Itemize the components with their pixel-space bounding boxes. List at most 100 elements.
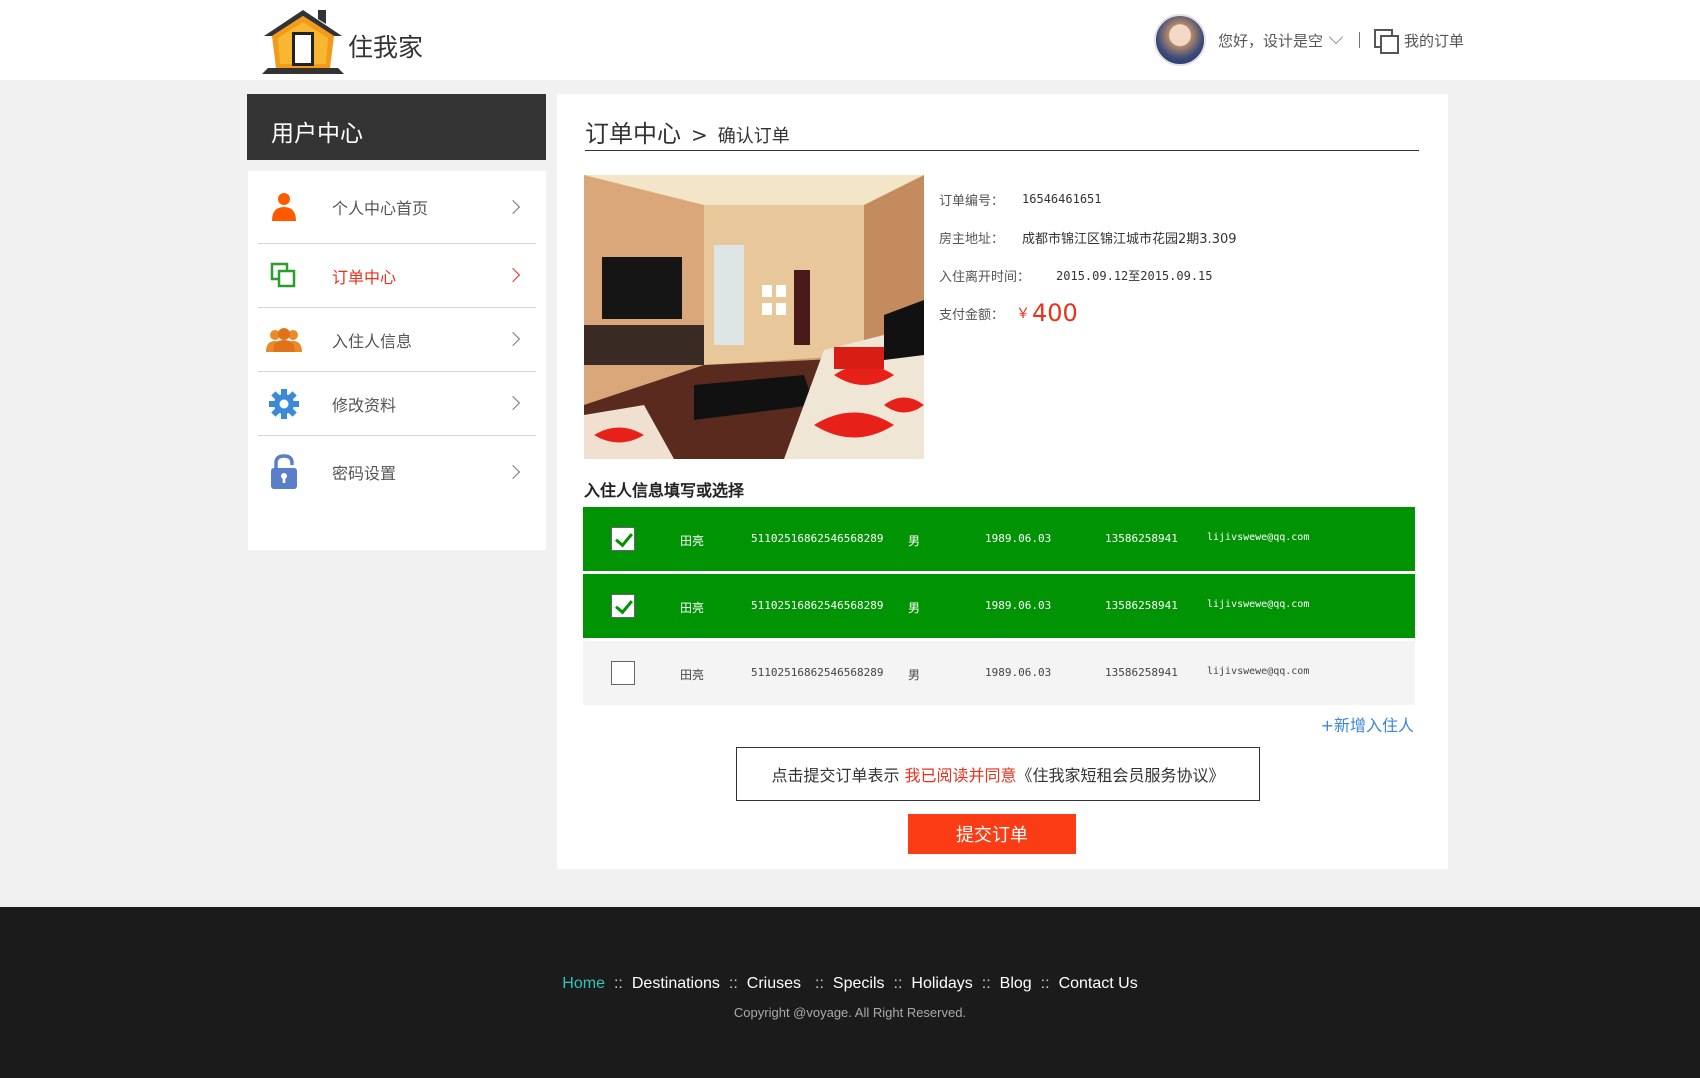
submit-order-button[interactable]: 提交订单 — [908, 814, 1076, 854]
order-info: 订单编号： 16546461651 房主地址： 成都市锦江区锦江城市花园2期3.… — [939, 190, 1237, 342]
agreement-highlight: 我已阅读并同意 — [904, 766, 1017, 785]
guest-table: 田亮 51102516862546568289 男 1989.06.03 135… — [583, 507, 1415, 708]
room-photo — [584, 175, 924, 459]
guest-checkbox[interactable] — [611, 527, 635, 551]
guest-name: 田亮 — [680, 601, 705, 615]
guest-checkbox[interactable] — [611, 594, 635, 618]
agreement-link[interactable]: 《住我家短租会员服务协议》 — [1017, 762, 1225, 786]
chevron-down-icon[interactable] — [1328, 29, 1344, 45]
lock-icon — [264, 452, 304, 492]
sidebar-item-guests[interactable]: 入住人信息 — [258, 308, 536, 372]
person-icon — [264, 187, 304, 227]
guest-birthdate: 1989.06.03 — [985, 599, 1052, 612]
house-logo-icon — [262, 10, 344, 74]
footer-link-cruises[interactable]: Criuses — [747, 975, 801, 993]
guest-email: lijivswewe@qq.com — [1207, 532, 1310, 543]
guest-birthdate: 1989.06.03 — [985, 666, 1052, 679]
sidebar-title: 用户中心 — [247, 94, 546, 160]
avatar[interactable] — [1154, 14, 1206, 66]
guest-email: lijivswewe@qq.com — [1207, 599, 1310, 610]
stay-value: 2015.09.12至2015.09.15 — [1056, 268, 1213, 283]
footer-separator: :: — [981, 975, 991, 992]
currency-symbol: ￥ — [1016, 306, 1031, 322]
people-icon — [264, 320, 304, 360]
stay-label: 入住离开时间： — [939, 269, 1031, 285]
order-number-label: 订单编号： — [939, 193, 1005, 209]
footer-link-home[interactable]: Home — [562, 975, 605, 993]
footer-link-blog[interactable]: Blog — [1000, 975, 1032, 993]
gear-icon — [264, 384, 304, 424]
guest-id-number: 51102516862546568289 — [751, 599, 884, 612]
footer-link-contact[interactable]: Contact Us — [1059, 975, 1138, 993]
breadcrumb-section[interactable]: 订单中心 — [585, 114, 681, 149]
sidebar-menu: 个人中心首页 订单中心 入住人信息 修改资料 密码设置 — [248, 171, 546, 550]
chevron-right-icon — [505, 331, 521, 347]
logo-text: 住我家 — [348, 33, 424, 62]
chevron-right-icon — [505, 199, 521, 215]
sidebar-item-orders[interactable]: 订单中心 — [258, 244, 536, 308]
user-greeting[interactable]: 您好，设计是空 — [1218, 30, 1323, 51]
guest-section-title: 入住人信息填写或选择 — [584, 481, 745, 500]
chevron-right-icon — [505, 395, 521, 411]
guest-phone: 13586258941 — [1105, 599, 1178, 612]
chevron-right-icon — [505, 267, 521, 283]
payment-row: 支付金额： ￥ 400 — [939, 299, 1237, 327]
payment-amount: 400 — [1032, 299, 1078, 327]
user-area: 您好，设计是空 我的订单 — [1154, 14, 1464, 66]
guest-row[interactable]: 田亮 51102516862546568289 男 1989.06.03 135… — [583, 574, 1415, 638]
footer-nav: Home :: Destinations :: Criuses :: Speci… — [0, 975, 1700, 993]
breadcrumb-separator: > — [691, 123, 708, 147]
breadcrumb: 订单中心 > 确认订单 — [585, 114, 1419, 151]
site-logo[interactable]: 住我家 — [260, 6, 423, 76]
footer-link-specials[interactable]: Specils — [833, 975, 885, 993]
add-guest-link[interactable]: +新增入住人 — [1321, 712, 1414, 736]
orders-icon — [264, 256, 304, 296]
header-divider — [1359, 32, 1361, 48]
guest-row[interactable]: 田亮 51102516862546568289 男 1989.06.03 135… — [583, 507, 1415, 571]
footer-separator: :: — [815, 975, 824, 992]
guest-checkbox[interactable] — [611, 661, 635, 685]
guest-email: lijivswewe@qq.com — [1207, 666, 1310, 677]
address-row: 房主地址： 成都市锦江区锦江城市花园2期3.309 — [939, 228, 1237, 247]
footer-separator: :: — [1040, 975, 1050, 992]
sidebar-item-label: 订单中心 — [332, 267, 397, 287]
footer-separator: :: — [613, 975, 623, 992]
sidebar-item-label: 修改资料 — [332, 395, 397, 415]
chevron-right-icon — [505, 464, 521, 480]
orders-icon[interactable] — [1374, 29, 1400, 54]
footer-separator: :: — [728, 975, 738, 992]
sidebar-item-home[interactable]: 个人中心首页 — [258, 171, 536, 244]
address-label: 房主地址： — [939, 231, 1005, 247]
guest-sex: 男 — [908, 601, 921, 615]
agreement-prefix: 点击提交订单表示 — [771, 766, 905, 785]
guest-sex: 男 — [908, 534, 921, 548]
agreement-notice: 点击提交订单表示 我已阅读并同意 《住我家短租会员服务协议》 — [736, 747, 1260, 801]
guest-sex: 男 — [908, 668, 921, 682]
sidebar-item-profile[interactable]: 修改资料 — [258, 372, 536, 436]
order-number-value: 16546461651 — [1022, 192, 1102, 206]
footer-link-destinations[interactable]: Destinations — [632, 975, 720, 993]
guest-phone: 13586258941 — [1105, 532, 1178, 545]
guest-id-number: 51102516862546568289 — [751, 666, 884, 679]
top-header: 住我家 您好，设计是空 我的订单 — [0, 0, 1700, 80]
sidebar-item-label: 个人中心首页 — [332, 199, 429, 218]
guest-phone: 13586258941 — [1105, 666, 1178, 679]
guest-name: 田亮 — [680, 534, 705, 548]
guest-row[interactable]: 田亮 51102516862546568289 男 1989.06.03 135… — [583, 641, 1415, 705]
breadcrumb-current: 确认订单 — [717, 126, 790, 147]
address-value: 成都市锦江区锦江城市花园2期3.309 — [1022, 231, 1237, 247]
payment-label: 支付金额： — [939, 307, 1005, 323]
guest-id-number: 51102516862546568289 — [751, 532, 884, 545]
my-orders-link[interactable]: 我的订单 — [1404, 30, 1464, 51]
main-content: 订单中心 > 确认订单 订单编号： 16546461651 房主地址： 成都市锦… — [557, 94, 1448, 869]
footer-separator: :: — [893, 975, 903, 992]
footer: Home :: Destinations :: Criuses :: Speci… — [0, 907, 1700, 1078]
order-number-row: 订单编号： 16546461651 — [939, 190, 1237, 209]
footer-link-holidays[interactable]: Holidays — [911, 975, 972, 993]
sidebar-item-label: 密码设置 — [332, 464, 397, 483]
stay-row: 入住离开时间： 2015.09.12至2015.09.15 — [939, 266, 1237, 285]
guest-birthdate: 1989.06.03 — [985, 532, 1052, 545]
copyright: Copyright @voyage. All Right Reserved. — [733, 1005, 967, 1020]
sidebar-item-password[interactable]: 密码设置 — [258, 436, 536, 508]
guest-name: 田亮 — [680, 668, 705, 682]
